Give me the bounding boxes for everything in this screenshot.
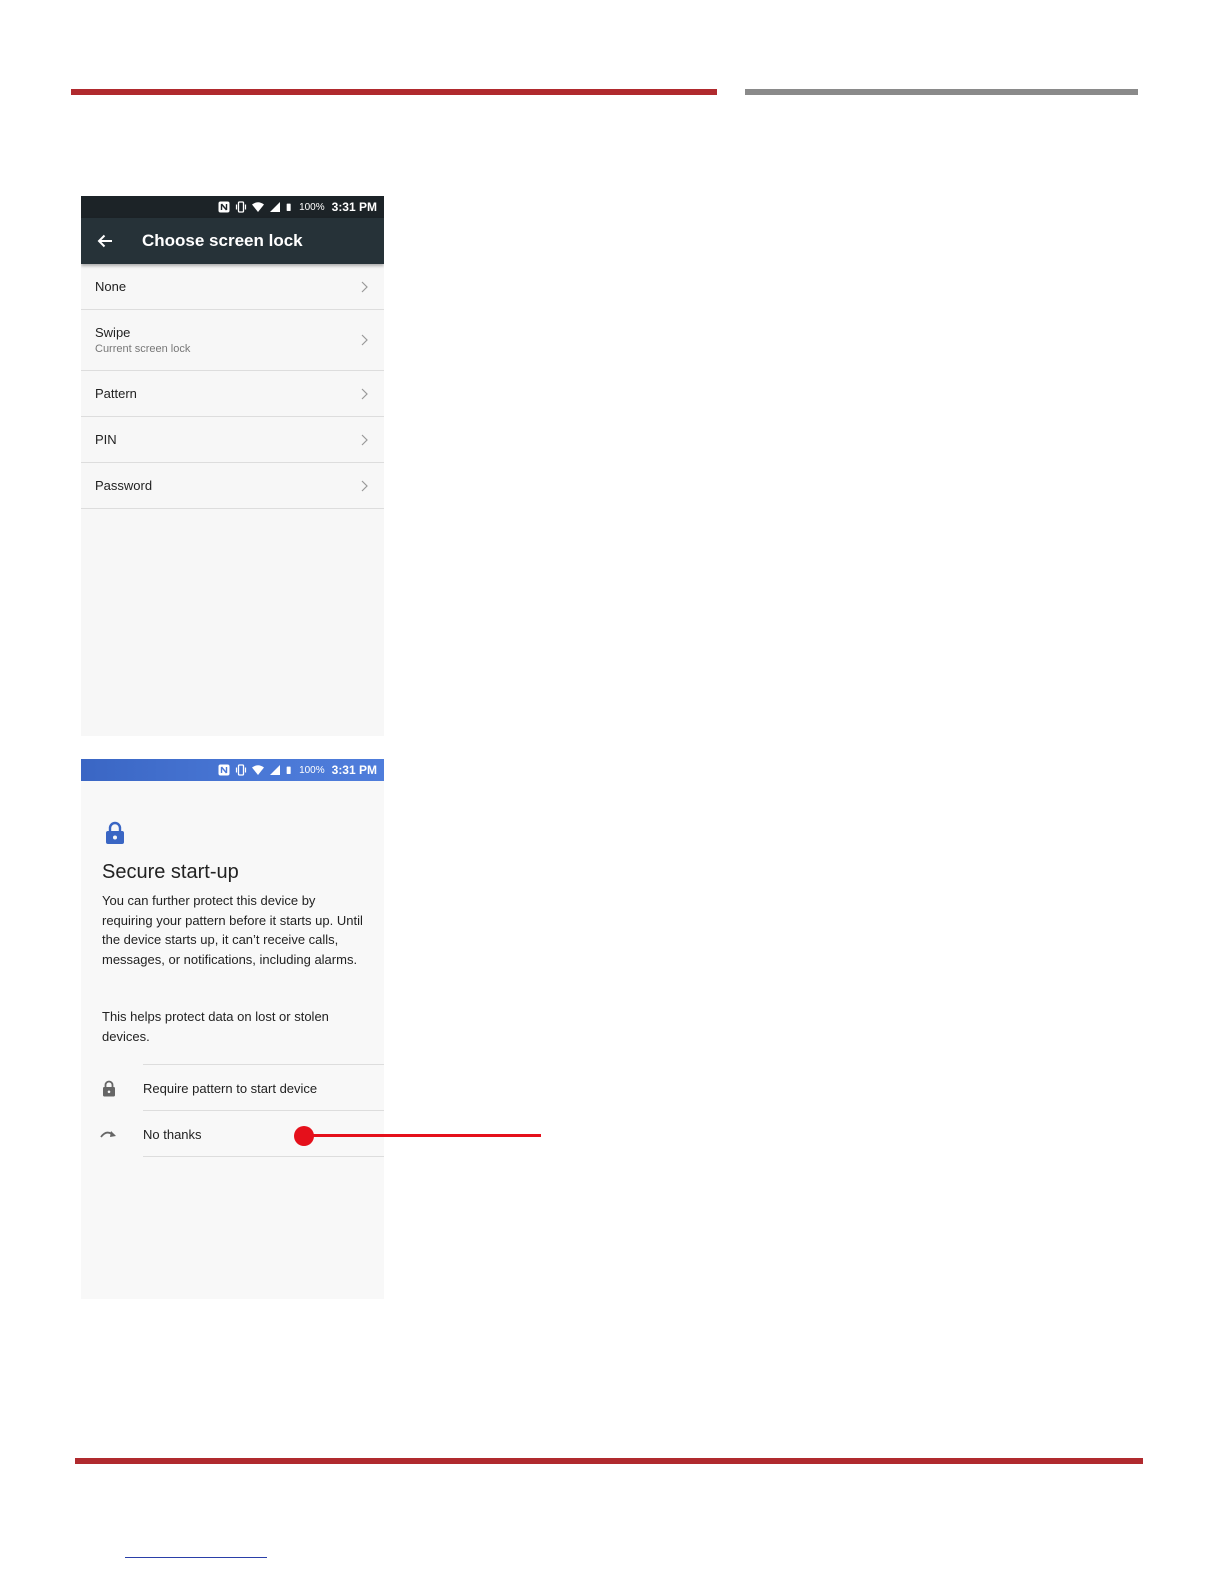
chevron-right-icon [361,434,368,445]
footer-rule-red [75,1458,1143,1464]
status-bar: 100% 3:31 PM [81,196,384,218]
require-pattern-option[interactable]: Require pattern to start device [81,1065,384,1111]
nfc-icon [218,201,230,213]
lock-icon [103,1080,115,1096]
back-button[interactable] [81,218,129,264]
screenshot-secure-start-up: 100% 3:31 PM Secure start-up You can fur… [81,759,384,1299]
option-label: Swipe [95,325,131,340]
option-label: No thanks [143,1126,202,1142]
skip-arrow-icon [100,1131,116,1138]
option-label: Pattern [95,386,137,401]
page-title: Choose screen lock [142,231,303,250]
chevron-right-icon [361,388,368,399]
option-label: None [95,279,127,294]
option-label: Password [95,478,153,493]
option-subtitle: Current screen lock [95,343,191,355]
option-label: PIN [95,432,117,447]
battery-percent: 100% [299,764,325,776]
lock-option-pattern[interactable]: Pattern [81,371,384,417]
status-bar: 100% 3:31 PM [81,759,384,781]
header-rule-red [71,89,717,95]
signal-icon [270,202,281,212]
wifi-icon [252,202,265,212]
lock-icon [106,821,124,844]
footer-link-underline [125,1557,267,1558]
nfc-icon [218,764,230,776]
vibrate-icon [235,201,247,213]
chevron-right-icon [361,480,368,491]
battery-icon [286,766,291,774]
header-rule-gray [745,89,1138,95]
lock-option-swipe[interactable]: Swipe Current screen lock [81,310,384,371]
chevron-right-icon [361,281,368,292]
wifi-icon [252,765,265,775]
description-text-secondary: This helps protect data on lost or stole… [102,1009,329,1044]
clock: 3:31 PM [331,763,377,777]
app-bar: Choose screen lock [81,218,384,264]
lock-option-password[interactable]: Password [81,463,384,509]
page-title: Secure start-up [102,861,239,883]
battery-icon [286,203,291,211]
lock-option-pin[interactable]: PIN [81,417,384,463]
signal-icon [270,765,281,775]
divider [143,1156,384,1157]
description-text: You can further protect this device by r… [102,893,363,967]
callout-marker-dot [294,1126,314,1146]
callout-leader-line [304,1134,541,1137]
back-arrow-icon [97,234,112,248]
screenshot-choose-screen-lock: 100% 3:31 PM Choose screen lock None Swi… [81,196,384,736]
clock: 3:31 PM [331,200,377,214]
battery-percent: 100% [299,201,325,213]
vibrate-icon [235,764,247,776]
lock-option-none[interactable]: None [81,264,384,310]
chevron-right-icon [361,334,368,346]
option-label: Require pattern to start device [143,1080,318,1096]
